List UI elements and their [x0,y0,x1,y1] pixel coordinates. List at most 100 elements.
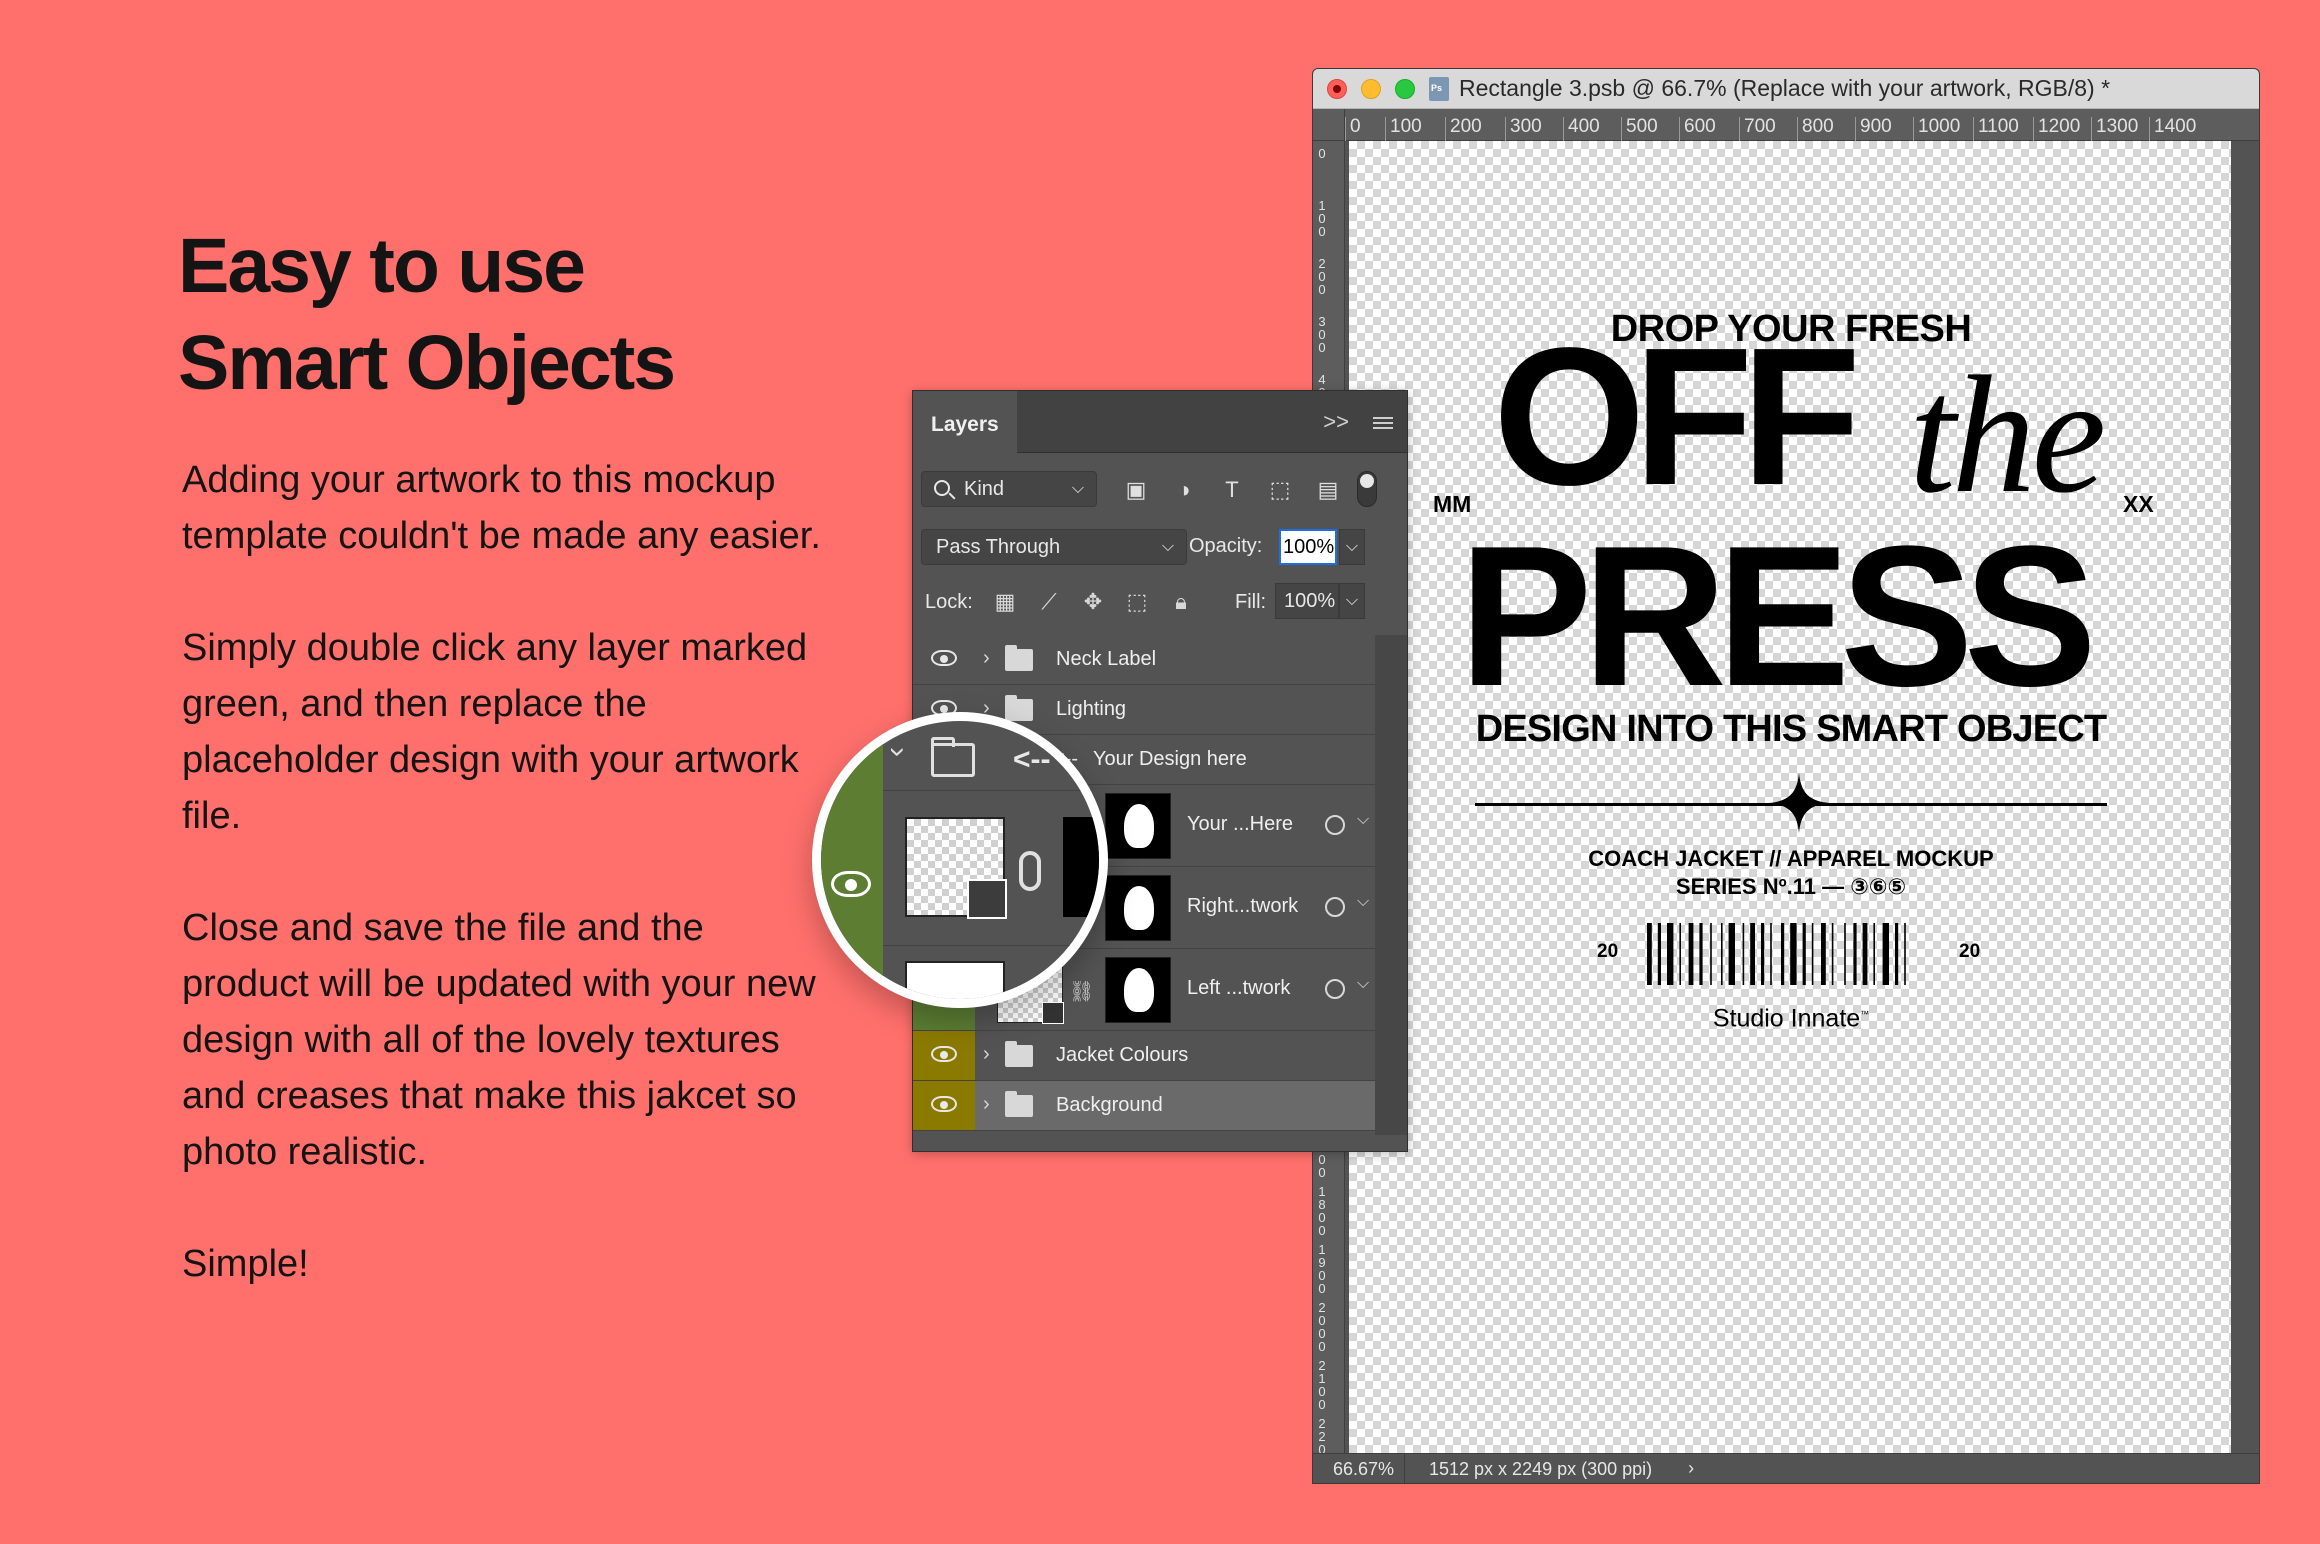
fill-dropdown-button[interactable]: ⌵ [1339,583,1365,619]
artwork-design-line: DESIGN INTO THIS SMART OBJECT [1475,708,2107,750]
lock-all-padlock-icon[interactable]: 🔒︎ [1163,585,1199,619]
panel-menu-icon[interactable] [1373,417,1393,429]
barcode [1647,923,1906,985]
layer-name: Background [1056,1094,1163,1116]
smart-object-green-marker [821,721,883,999]
layer-name: Jacket Colours [1056,1044,1189,1066]
minimize-window-button[interactable] [1361,78,1381,99]
barcode-bar [1873,923,1875,985]
arrow-hint: <-- [1013,743,1051,776]
smart-object-filter-icon[interactable]: ▤ [1309,473,1347,507]
search-icon [934,480,950,496]
folder-icon [931,737,975,777]
tab-layers[interactable]: Layers [913,391,1017,453]
fill-input[interactable]: 100% [1275,583,1339,619]
link-icon[interactable]: ⛓︎ [1069,979,1094,1004]
filter-kind-value: Kind [964,478,1005,500]
chevron-right-icon[interactable]: › [983,647,990,670]
barcode-bar [1862,923,1868,985]
layer-name: Your ...Here [1187,813,1293,835]
blend-mode-value: Pass Through [936,536,1061,558]
opacity-label: Opacity: [1189,535,1263,557]
layers-scrollbar[interactable] [1375,635,1407,1135]
barcode-bar [1853,923,1857,985]
document-canvas[interactable]: DROP YOUR FRESH OFF the MM XX PRESS DESI… [1349,141,2233,1455]
vertical-scrollbar[interactable] [2231,141,2259,1453]
ruler-origin[interactable] [1313,109,1345,141]
smart-object-badge-icon [1042,1002,1064,1024]
link-icon [1019,851,1041,891]
filter-kind-select[interactable]: Kind ⌵ [921,471,1097,507]
lock-pixels-brush-icon[interactable]: ⟋ [1031,585,1067,619]
layer-row-neck-label[interactable]: › Neck Label [913,635,1375,685]
blend-mode-select[interactable]: Pass Through ⌵ [921,529,1187,565]
ruler-tick: 1800 [1318,1184,1326,1238]
horizontal-ruler[interactable]: 0 100 200 300 400 500 600 700 800 900 10… [1345,109,2259,141]
chevron-down-icon[interactable]: ⌵ [1357,893,1369,911]
chevron-right-icon[interactable]: › [1688,1458,1694,1479]
artwork-series-line: SERIES Nº.11 — ③⑥⑤ [1675,874,1907,899]
zoom-level[interactable]: 66.67% [1313,1454,1405,1483]
folder-icon [1005,695,1033,721]
layer-name: Neck Label [1056,648,1157,670]
ruler-tick: 100 [1385,117,1422,141]
layer-mask-thumbnail[interactable] [1105,875,1171,941]
eye-icon [931,650,957,666]
layer-mask-thumbnail[interactable] [1105,957,1171,1023]
layer-row-jacket-colours[interactable]: › Jacket Colours [913,1031,1375,1081]
barcode-bar [1647,923,1652,985]
lock-position-move-icon[interactable]: ✥ [1075,585,1111,619]
ruler-tick: 300 [1505,117,1542,141]
zoom-window-button[interactable] [1395,78,1415,99]
opacity-input[interactable]: 100% [1279,529,1337,565]
barcode-bar [1790,923,1797,985]
ruler-tick: 0 [1345,117,1361,141]
trademark-mark: ™ [1860,1009,1870,1019]
blend-if-circle-icon[interactable] [1325,897,1345,917]
ruler-tick: 200 [1318,256,1326,297]
eye-icon [831,871,871,897]
layer-name: Lighting [1056,698,1127,720]
layer-name: Right...twork [1187,895,1299,917]
layer-mask-thumbnail[interactable] [1105,793,1171,859]
barcode-bar [1831,923,1834,985]
visibility-cell[interactable] [913,635,975,684]
layer-name: Your Design here [1093,748,1247,770]
blend-if-circle-icon[interactable] [1325,815,1345,835]
ruler-tick: 300 [1318,314,1326,355]
type-layer-filter-icon[interactable]: T [1213,473,1251,507]
opacity-dropdown-button[interactable]: ⌵ [1339,529,1365,565]
ruler-tick: 1900 [1318,1242,1326,1296]
shape-layer-filter-icon[interactable]: ⬚ [1261,473,1299,507]
visibility-cell[interactable] [913,1081,975,1130]
chevron-right-icon[interactable]: › [983,1043,990,1066]
window-titlebar[interactable]: Rectangle 3.psb @ 66.7% (Replace with yo… [1313,69,2259,109]
chevron-down-icon[interactable]: ⌵ [1357,975,1369,993]
artwork-studio: Studio Innate™ [1349,999,2233,1033]
paragraph-intro: Adding your artwork to this mockup templ… [182,459,821,557]
chevron-down-icon[interactable]: ⌵ [1357,811,1369,829]
adjustment-layer-filter-icon[interactable]: ◑ [1165,473,1203,507]
lock-label: Lock: [925,591,973,613]
eye-icon [931,1096,957,1112]
paragraph-instructions: Simply double click any layer marked gre… [182,627,808,837]
headline-line-2: Smart Objects [178,320,676,406]
ruler-tick: 1000 [1913,117,1960,141]
lock-transparency-icon[interactable]: ▦ [987,585,1023,619]
barcode-bar [1679,923,1681,985]
close-window-button[interactable] [1327,78,1347,99]
ruler-tick: 400 [1563,117,1600,141]
lock-artboard-icon[interactable]: ⬚ [1119,585,1155,619]
pixel-layer-filter-icon[interactable]: ▣ [1117,473,1155,507]
layer-row-background[interactable]: › Background [913,1081,1375,1131]
magnifier-callout: › <-- [812,712,1108,1008]
headline-line-1: Easy to use [178,223,586,309]
filter-toggle[interactable] [1357,471,1377,507]
blend-if-circle-icon[interactable] [1325,979,1345,999]
chevron-right-icon[interactable]: › [983,1093,990,1116]
studio-name: Studio Innate [1712,1004,1861,1033]
collapse-panel-icon[interactable]: >> [1323,409,1349,435]
barcode-bar [1750,923,1755,985]
paragraph-simple: Simple! [182,1243,309,1285]
visibility-cell[interactable] [913,1031,975,1080]
